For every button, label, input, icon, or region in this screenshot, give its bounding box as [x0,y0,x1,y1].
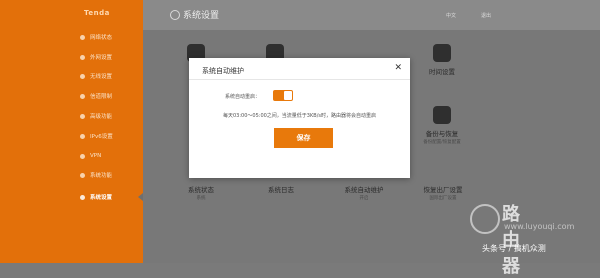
watermark-logo-icon [470,204,500,234]
tile-system-log[interactable]: 系统日志 [258,184,304,194]
sidebar: Tenda 网络状态 外网设置 无线设置 信道限制 高级功能 IPv6设置 VP… [0,0,143,263]
credit-text: 头条号 / 搞机众测 [482,244,546,253]
tile-backup-restore[interactable]: 备份与恢复 备份配置/恢复配置 [412,106,472,145]
tile-time-settings[interactable]: 时间设置 [420,44,464,76]
sidebar-item-label: 系统功能 [90,173,113,179]
tile-desc: 开启 [359,196,369,201]
tile-label: 时间设置 [429,68,455,76]
maintenance-note: 每天03:00～05:00之间，当流量低于3KB/s时，路由器将会自动重启 [222,113,376,119]
tile-desc: 系统 [196,196,206,201]
tile-label: 恢复出厂设置 [423,186,463,194]
sidebar-item-label: 无线设置 [90,74,113,80]
sidebar-item-system-settings[interactable]: 系统设置 [80,190,142,204]
sidebar-item-wireless[interactable]: 无线设置 [80,69,142,83]
sidebar-item-label: VPN [90,153,102,159]
gear-icon [80,172,85,178]
sidebar-item-ipv6[interactable]: IPv6设置 [80,129,142,143]
tools-icon [80,113,85,119]
settings-icon [80,194,85,200]
sidebar-item-channel[interactable]: 信道限制 [80,89,142,103]
save-button[interactable]: 保存 [274,128,333,148]
settings-circle-icon [170,10,180,20]
tile-label: 系统状态 [188,186,214,194]
sidebar-item-label: 信道限制 [90,94,113,100]
sidebar-item-advanced[interactable]: 高级功能 [80,109,142,123]
dialog-title: 系统自动维护 [202,67,244,75]
status-icon [80,34,85,40]
signal-icon [80,93,85,99]
sidebar-item-label: 系统设置 [90,195,113,201]
globe-icon [80,54,85,60]
tile-desc: 国际出厂设置 [429,196,457,201]
watermark-url: www.luyouqi.com [504,222,575,231]
tile-desc: 备份配置/恢复配置 [423,140,461,145]
sidebar-item-network-status[interactable]: 网络状态 [80,30,142,44]
auto-reboot-label: 系统自动重启： [225,94,261,100]
watermark-title: 路由器 [502,204,521,277]
logout-link[interactable]: 退出 [481,12,491,19]
tile-system-status[interactable]: 系统状态 系统 [178,184,224,201]
sidebar-item-label: IPv6设置 [90,134,113,140]
sidebar-item-label: 网络状态 [90,35,113,41]
ipv6-icon [80,133,85,139]
toggle-knob [284,91,292,100]
auto-maintenance-dialog: 系统自动维护 ✕ 系统自动重启： 每天03:00～05:00之间，当流量低于3K… [189,58,410,178]
tile-label: 备份与恢复 [425,130,459,138]
sidebar-item-wan[interactable]: 外网设置 [80,50,142,64]
clock-icon [433,44,451,62]
wifi-icon [80,73,85,79]
sidebar-item-system-functions[interactable]: 系统功能 [80,168,142,182]
sidebar-item-vpn[interactable]: VPN [80,149,142,163]
brand-logo: Tenda [84,9,110,17]
tile-factory-reset[interactable]: 恢复出厂设置 国际出厂设置 [414,184,472,201]
page-title: 系统设置 [183,11,220,21]
language-select[interactable]: 中文 [446,12,456,19]
page-header: 系统设置 中文 退出 [143,0,600,30]
tile-auto-maintenance[interactable]: 系统自动维护 开启 [338,184,390,201]
backup-icon [433,106,451,124]
tile-label: 系统自动维护 [344,186,384,194]
sidebar-item-label: 高级功能 [90,114,113,120]
tile-label: 系统日志 [268,186,294,194]
close-icon[interactable]: ✕ [394,63,402,73]
vpn-icon [80,153,85,159]
auto-reboot-toggle[interactable] [273,90,293,101]
dialog-divider [189,79,410,80]
sidebar-item-label: 外网设置 [90,55,113,61]
